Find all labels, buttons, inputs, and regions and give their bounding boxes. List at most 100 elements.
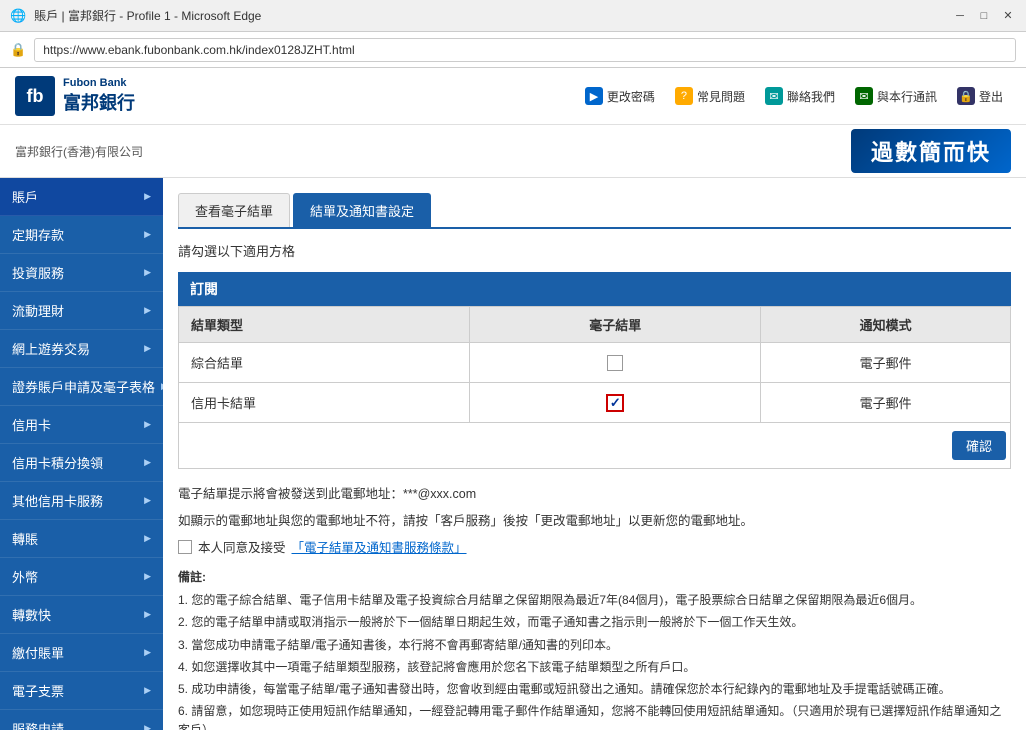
logout-icon: 🔒	[957, 87, 975, 105]
sidebar-arrow-e-cheque	[144, 685, 151, 696]
sidebar-arrow-fixed-deposit	[144, 229, 151, 240]
sidebar-item-fixed-deposit-label: 定期存款	[12, 225, 64, 244]
tab-view-statement[interactable]: 查看毫子結單	[178, 193, 290, 227]
window-controls[interactable]: ─ □ ✕	[952, 8, 1016, 24]
nav-contact-label: 聯絡我們	[787, 88, 835, 105]
note-item-2: 您的電子結單申請或取消指示一般將於下一個結單日期起生效，而電子通知書之指示則一般…	[178, 613, 1011, 632]
confirm-button[interactable]: 確認	[952, 431, 1006, 460]
header-top: fb Fubon Bank 富邦銀行 ▶ 更改密碼 ? 常見問題 ✉	[0, 68, 1026, 125]
url-input[interactable]	[34, 38, 1016, 62]
message-icon: ✉	[855, 87, 873, 105]
tab-view-statement-label: 查看毫子結單	[195, 204, 273, 219]
sidebar-item-transfer-label: 轉賬	[12, 529, 38, 548]
nav-change-password-label: 更改密碼	[607, 88, 655, 105]
row1-checkbox-wrapper[interactable]	[482, 355, 748, 371]
logo-area: fb Fubon Bank 富邦銀行	[15, 76, 135, 116]
banner-area: 過數簡而快	[851, 129, 1011, 173]
sidebar-item-points-redemption[interactable]: 信用卡積分換領	[0, 444, 163, 482]
sidebar-item-mobile-banking-label: 流動理財	[12, 301, 64, 320]
main-area: 賬戶 定期存款 投資服務 流動理財 網上遊券交易 證券賬戶申請及毫子表格	[0, 178, 1026, 730]
confirm-btn-row: 確認	[178, 423, 1011, 469]
instruction-text: 請勾選以下適用方格	[178, 241, 1011, 260]
sidebar-item-mobile-banking[interactable]: 流動理財	[0, 292, 163, 330]
nav-faq[interactable]: ? 常見問題	[667, 83, 753, 109]
sidebar-item-coupon-trading-label: 網上遊券交易	[12, 339, 90, 358]
nav-logout-label: 登出	[979, 88, 1003, 105]
sidebar-item-transfer[interactable]: 轉賬	[0, 520, 163, 558]
sidebar-arrow-transfer	[144, 533, 151, 544]
table-row: 信用卡結單 電子郵件	[179, 383, 1011, 423]
nav-contact[interactable]: ✉ 聯絡我們	[757, 83, 843, 109]
logo-text-area: Fubon Bank 富邦銀行	[63, 77, 135, 115]
sidebar-arrow-points-redemption	[144, 457, 151, 468]
section-header: 訂閱	[178, 272, 1011, 306]
mail-icon: ✉	[765, 87, 783, 105]
nav-logout[interactable]: 🔒 登出	[949, 83, 1011, 109]
header-bottom: 富邦銀行(香港)有限公司 過數簡而快	[0, 125, 1026, 177]
sidebar-item-fixed-deposit[interactable]: 定期存款	[0, 216, 163, 254]
nav-change-password[interactable]: ▶ 更改密碼	[577, 83, 663, 109]
maximize-button[interactable]: □	[976, 8, 992, 24]
row1-notify: 電子郵件	[761, 343, 1011, 383]
sidebar-item-service-application-label: 服務申請	[12, 719, 64, 730]
note-item-6: 請留意，如您現時正使用短訊作結單通知，一經登記轉用電子郵件作結單通知，您將不能轉…	[178, 702, 1011, 730]
sidebar-arrow-bill-payment	[144, 647, 151, 658]
statement-table: 結單類型 毫子結單 通知模式 綜合結單 電子郵件	[178, 306, 1011, 423]
sidebar-item-investment-label: 投資服務	[12, 263, 64, 282]
nav-communicate-label: 與本行通訊	[877, 88, 937, 105]
sidebar-item-fps-label: 轉數快	[12, 605, 51, 624]
browser-title: 賬戶 | 富邦銀行 - Profile 1 - Microsoft Edge	[34, 7, 261, 24]
sidebar-arrow-account	[144, 191, 151, 202]
terms-line: 本人同意及接受 「電子結單及通知書服務條款」	[178, 537, 1011, 556]
sidebar-item-fps[interactable]: 轉數快	[0, 596, 163, 634]
terms-checkbox[interactable]	[178, 540, 192, 554]
sidebar-item-credit-card[interactable]: 信用卡	[0, 406, 163, 444]
tabs: 查看毫子結單 結單及通知書設定	[178, 193, 1011, 229]
browser-favicon: 🌐	[10, 8, 26, 24]
sidebar-item-cc-services-label: 其他信用卡服務	[12, 491, 103, 510]
header-nav: ▶ 更改密碼 ? 常見問題 ✉ 聯絡我們 ✉ 與本行通訊 🔒 登出	[577, 83, 1011, 109]
sidebar-item-service-application[interactable]: 服務申請	[0, 710, 163, 730]
sidebar-item-foreign-currency[interactable]: 外幣	[0, 558, 163, 596]
row2-checkbox-wrapper[interactable]	[482, 394, 748, 412]
sidebar-arrow-credit-card	[144, 419, 151, 430]
tab-settings-label: 結單及通知書設定	[310, 204, 414, 219]
nav-faq-label: 常見問題	[697, 88, 745, 105]
terms-link[interactable]: 「電子結單及通知書服務條款」	[292, 537, 467, 556]
sidebar-item-investment[interactable]: 投資服務	[0, 254, 163, 292]
content-area: 查看毫子結單 結單及通知書設定 請勾選以下適用方格 訂閱 結單類型 毫子結單 通…	[163, 178, 1026, 730]
sidebar-item-securities[interactable]: 證券賬戶申請及毫子表格	[0, 368, 163, 406]
close-button[interactable]: ✕	[1000, 8, 1016, 24]
minimize-button[interactable]: ─	[952, 8, 968, 24]
sidebar-item-bill-payment[interactable]: 繳付賬單	[0, 634, 163, 672]
note-item-4: 如您選擇收其中一項電子結單類型服務，該登記將會應用於您名下該電子結單類型之所有戶…	[178, 658, 1011, 677]
sidebar-arrow-cc-services	[144, 495, 151, 506]
row1-checkbox[interactable]	[607, 355, 623, 371]
bank-container: fb Fubon Bank 富邦銀行 ▶ 更改密碼 ? 常見問題 ✉	[0, 68, 1026, 730]
table-row: 綜合結單 電子郵件	[179, 343, 1011, 383]
sidebar-item-e-cheque-label: 電子支票	[12, 681, 64, 700]
sidebar: 賬戶 定期存款 投資服務 流動理財 網上遊券交易 證券賬戶申請及毫子表格	[0, 178, 163, 730]
note-item-5: 成功申請後，每當電子結單/電子通知書發出時，您會收到經由電郵或短訊發出之通知。請…	[178, 680, 1011, 699]
note-item-1: 您的電子綜合結單、電子信用卡結單及電子投資綜合月結單之保留期限為最近7年(84個…	[178, 591, 1011, 610]
row2-type: 信用卡結單	[179, 383, 470, 423]
sidebar-item-coupon-trading[interactable]: 網上遊券交易	[0, 330, 163, 368]
lock-icon: 🔒	[10, 42, 26, 58]
sidebar-arrow-mobile-banking	[144, 305, 151, 316]
row2-checkbox[interactable]	[606, 394, 624, 412]
sidebar-item-securities-label: 證券賬戶申請及毫子表格	[12, 377, 155, 396]
sidebar-item-points-redemption-label: 信用卡積分換領	[12, 453, 103, 472]
terms-text: 本人同意及接受	[198, 537, 286, 556]
col-header-e-statement: 毫子結單	[470, 307, 761, 343]
col-header-type: 結單類型	[179, 307, 470, 343]
sidebar-item-account-label: 賬戶	[12, 187, 38, 206]
logo-icon: fb	[15, 76, 55, 116]
tab-settings[interactable]: 結單及通知書設定	[293, 193, 431, 227]
key-icon: ▶	[585, 87, 603, 105]
nav-communicate[interactable]: ✉ 與本行通訊	[847, 83, 945, 109]
sidebar-item-cc-services[interactable]: 其他信用卡服務	[0, 482, 163, 520]
sidebar-item-account[interactable]: 賬戶	[0, 178, 163, 216]
sidebar-item-e-cheque[interactable]: 電子支票	[0, 672, 163, 710]
sidebar-arrow-service-application	[144, 723, 151, 730]
sidebar-item-foreign-currency-label: 外幣	[12, 567, 38, 586]
